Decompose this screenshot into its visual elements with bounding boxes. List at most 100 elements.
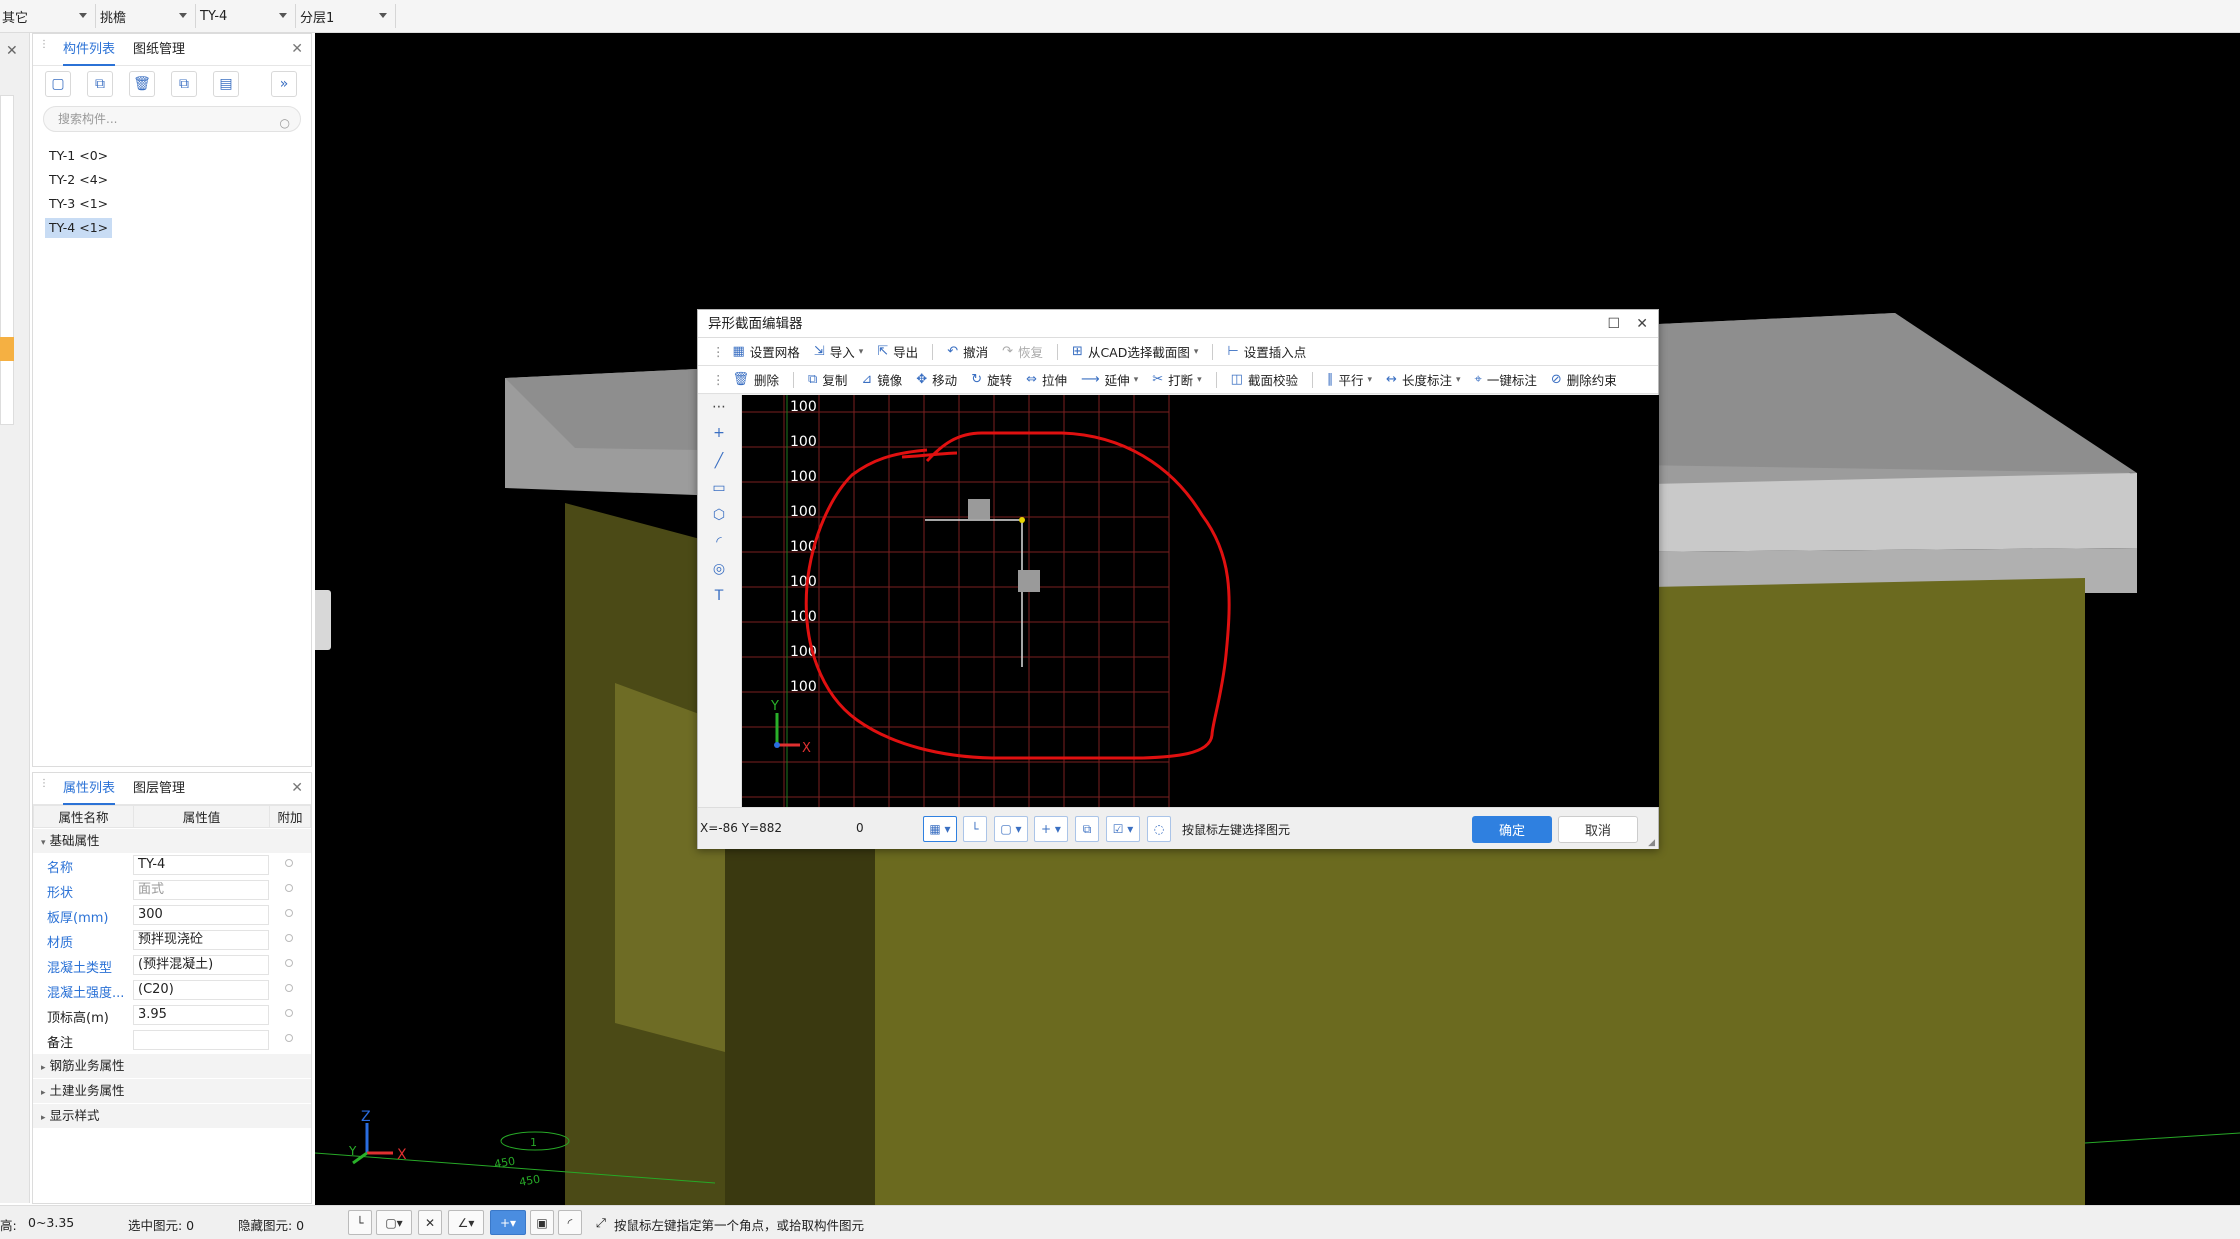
list-item-selected[interactable]: TY-4 <1>	[45, 218, 113, 238]
attach-radio-icon[interactable]	[285, 984, 293, 992]
toolbar-button-import[interactable]: ⇲ 导入 ▾	[814, 342, 863, 361]
toolbar-button-extend[interactable]: ⟶ 延伸 ▾	[1081, 370, 1138, 389]
ortho-toggle[interactable]: └	[348, 1210, 372, 1235]
layer-select[interactable]: 分层1	[298, 4, 396, 28]
toolbar-button-parallel[interactable]: ∥ 平行 ▾	[1327, 370, 1372, 389]
cross-select-toggle[interactable]: ✕	[418, 1210, 442, 1235]
drag-handle-icon[interactable]: ⋮	[39, 40, 49, 58]
property-value-field[interactable]: 3.95	[133, 1005, 269, 1025]
arc-toggle[interactable]: ◜	[558, 1210, 582, 1235]
toolbar-button-stretch[interactable]: ⇔ 拉伸	[1026, 370, 1067, 389]
select-box-toggle[interactable]: ▢ ▾	[994, 816, 1028, 842]
more-tools-button[interactable]: »	[271, 71, 297, 97]
copy-component-button[interactable]: ⧉	[87, 71, 113, 97]
property-value-field[interactable]: TY-4	[133, 855, 269, 875]
tab-drawing-management[interactable]: 图纸管理	[133, 34, 185, 66]
toolbar-button-move[interactable]: ✥ 移动	[916, 370, 957, 389]
layer-copy-button[interactable]: ⧉	[171, 71, 197, 97]
property-value-field[interactable]: 面式	[133, 880, 269, 900]
close-icon[interactable]: ✕	[1636, 310, 1648, 338]
snap-toggle[interactable]: +▾	[490, 1210, 526, 1235]
toolbar-button-redo[interactable]: ↷ 恢复	[1002, 342, 1043, 361]
property-value-field[interactable]: (C20)	[133, 980, 269, 1000]
toolbar-button-remove-constraint[interactable]: ⊘ 删除约束	[1551, 370, 1617, 389]
circle-tool-icon[interactable]: ◎	[708, 561, 730, 583]
select-mode-toggle[interactable]: ▢▾	[376, 1210, 412, 1235]
toolbar-button-delete[interactable]: 🗑 删除	[733, 370, 780, 389]
insert-point-icon: ⊢	[1227, 344, 1239, 359]
toolbar-button-copy[interactable]: ⧉ 复制	[808, 370, 847, 389]
new-component-button[interactable]: ▢	[45, 71, 71, 97]
close-icon[interactable]: ✕	[6, 43, 18, 59]
attach-radio-icon[interactable]	[285, 859, 293, 867]
toolbar-button-break[interactable]: ✂ 打断 ▾	[1152, 370, 1201, 389]
toolbar-button-verify[interactable]: ◫ 截面校验	[1231, 370, 1298, 389]
tab-component-list[interactable]: 构件列表	[63, 34, 116, 66]
section-drawing-canvas[interactable]: 100 100 100 100 100 100 100 100 100 Y X	[742, 395, 1659, 807]
maximize-icon[interactable]: ☐	[1607, 310, 1620, 338]
angle-toggle[interactable]: ∠▾	[448, 1210, 484, 1235]
close-icon[interactable]: ✕	[291, 780, 303, 796]
list-item[interactable]: TY-1 <0>	[45, 146, 112, 166]
attach-radio-icon[interactable]	[285, 884, 293, 892]
property-value-field[interactable]: 预拌现浇砼	[133, 930, 269, 950]
confirm-button[interactable]: 确定	[1472, 816, 1552, 843]
list-item[interactable]: TY-2 <4>	[45, 170, 112, 190]
toolbar-button-insert-point[interactable]: ⊢ 设置插入点	[1227, 342, 1306, 361]
dimension-display-toggle[interactable]: ⧉	[1075, 816, 1099, 842]
hint-toggle[interactable]: ◌	[1147, 816, 1171, 842]
tab-property-list[interactable]: 属性列表	[63, 773, 116, 805]
toolbar-button-undo[interactable]: ↶ 撤消	[947, 342, 988, 361]
polygon-tool-icon[interactable]: ⬡	[708, 507, 730, 529]
text-tool-icon[interactable]: T	[708, 588, 730, 610]
delete-component-button[interactable]: 🗑	[129, 71, 155, 97]
property-group[interactable]: ▸ 土建业务属性	[33, 1079, 311, 1103]
property-group[interactable]: ▸ 钢筋业务属性	[33, 1054, 311, 1078]
toolbar-button-grid[interactable]: ▦ 设置网格	[733, 342, 800, 361]
toolbar-button-export[interactable]: ⇱ 导出	[877, 342, 918, 361]
resize-grip-icon[interactable]: ◢	[1648, 838, 1655, 848]
side-tab-marker[interactable]	[0, 337, 14, 361]
attach-radio-icon[interactable]	[285, 934, 293, 942]
attach-radio-icon[interactable]	[285, 909, 293, 917]
grip-square[interactable]	[1018, 570, 1040, 592]
chevron-down-icon	[179, 13, 187, 18]
tab-layer-management[interactable]: 图层管理	[133, 773, 185, 805]
property-value-field[interactable]	[133, 1030, 269, 1050]
toolbar-button-cad[interactable]: ⊞ 从CAD选择截面图 ▾	[1072, 342, 1198, 361]
component-select[interactable]: TY-4	[198, 4, 296, 28]
grip-square[interactable]	[968, 499, 990, 519]
library-button[interactable]: ▤	[213, 71, 239, 97]
property-value-field[interactable]: 300	[133, 905, 269, 925]
list-item[interactable]: TY-3 <1>	[45, 194, 112, 214]
property-value-field[interactable]: (预拌混凝土)	[133, 955, 269, 975]
grid-snap-toggle[interactable]: ▦ ▾	[923, 816, 957, 842]
ortho-toggle[interactable]: └	[963, 816, 987, 842]
close-icon[interactable]: ✕	[291, 41, 303, 57]
snap-toggle[interactable]: + ▾	[1034, 816, 1068, 842]
attach-radio-icon[interactable]	[285, 1034, 293, 1042]
section-editor-dialog: 异形截面编辑器 ☐ ✕ ⋮ ▦ 设置网格 ⇲ 导入 ▾ ⇱ 导出 ↶ 撤消 ↷ 恢复 ⊞ 从CAD选择截面…	[697, 309, 1659, 849]
constraint-toggle[interactable]: ☑ ▾	[1106, 816, 1140, 842]
toolbar-button-auto-dimension[interactable]: ⌖ 一键标注	[1474, 370, 1536, 389]
rectangle-tool-icon[interactable]: ▭	[708, 480, 730, 502]
component-search-input[interactable]: 搜索构件... ○	[43, 106, 301, 132]
cancel-button[interactable]: 取消	[1558, 816, 1638, 843]
panel-collapse-handle[interactable]	[315, 590, 331, 650]
attach-radio-icon[interactable]	[285, 959, 293, 967]
property-group[interactable]: ▸ 显示样式	[33, 1104, 311, 1128]
category-select[interactable]: 其它	[0, 4, 96, 28]
attach-radio-icon[interactable]	[285, 1009, 293, 1017]
toolbar-button-rotate[interactable]: ↻ 旋转	[971, 370, 1012, 389]
arc-tool-icon[interactable]: ◜	[708, 534, 730, 556]
angle-icon: ∠▾	[457, 1215, 475, 1230]
drag-handle-icon[interactable]: ⋮	[39, 779, 49, 797]
point-tool-icon[interactable]: +	[708, 425, 730, 447]
toolbar-button-mirror[interactable]: ⊿ 镜像	[861, 370, 902, 389]
type-select[interactable]: 挑檐	[98, 4, 196, 28]
dialog-title: 异形截面编辑器	[708, 316, 803, 332]
display-toggle[interactable]: ▣	[530, 1210, 554, 1235]
toolbar-button-dimension[interactable]: ↔ 长度标注 ▾	[1386, 370, 1460, 389]
line-tool-icon[interactable]: ╱	[708, 453, 730, 475]
property-group-basic[interactable]: ▾ 基础属性	[33, 829, 311, 853]
